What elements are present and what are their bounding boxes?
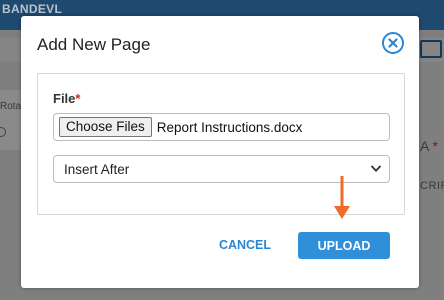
selected-file-name: Report Instructions.docx (156, 119, 303, 135)
app-right-partial-text: CRIP (420, 180, 444, 192)
app-brand: BANDEVL (2, 2, 63, 16)
app-right-label-text: A (420, 138, 429, 154)
add-new-page-dialog: Add New Page File* Choose Files Report I… (21, 16, 419, 288)
insert-position-value: Insert After (64, 161, 130, 177)
file-label-text: File (53, 91, 76, 106)
choose-files-button[interactable]: Choose Files (59, 117, 152, 137)
close-button[interactable] (382, 32, 404, 54)
file-field-label: File* (53, 91, 80, 106)
chevron-down-icon (371, 165, 381, 172)
file-input[interactable]: Choose Files Report Instructions.docx (53, 113, 390, 141)
app-left-label: Rota (0, 101, 22, 112)
cancel-button[interactable]: CANCEL (211, 233, 279, 257)
app-right-label: A * (420, 138, 438, 154)
dialog-title: Add New Page (37, 35, 151, 54)
arrow-down-icon (334, 176, 350, 219)
required-mark: * (75, 91, 81, 106)
upload-button[interactable]: UPLOAD (298, 232, 390, 259)
app-right-required-mark: * (432, 138, 438, 154)
close-icon (388, 38, 398, 48)
app-toolbar-icon (420, 40, 442, 58)
